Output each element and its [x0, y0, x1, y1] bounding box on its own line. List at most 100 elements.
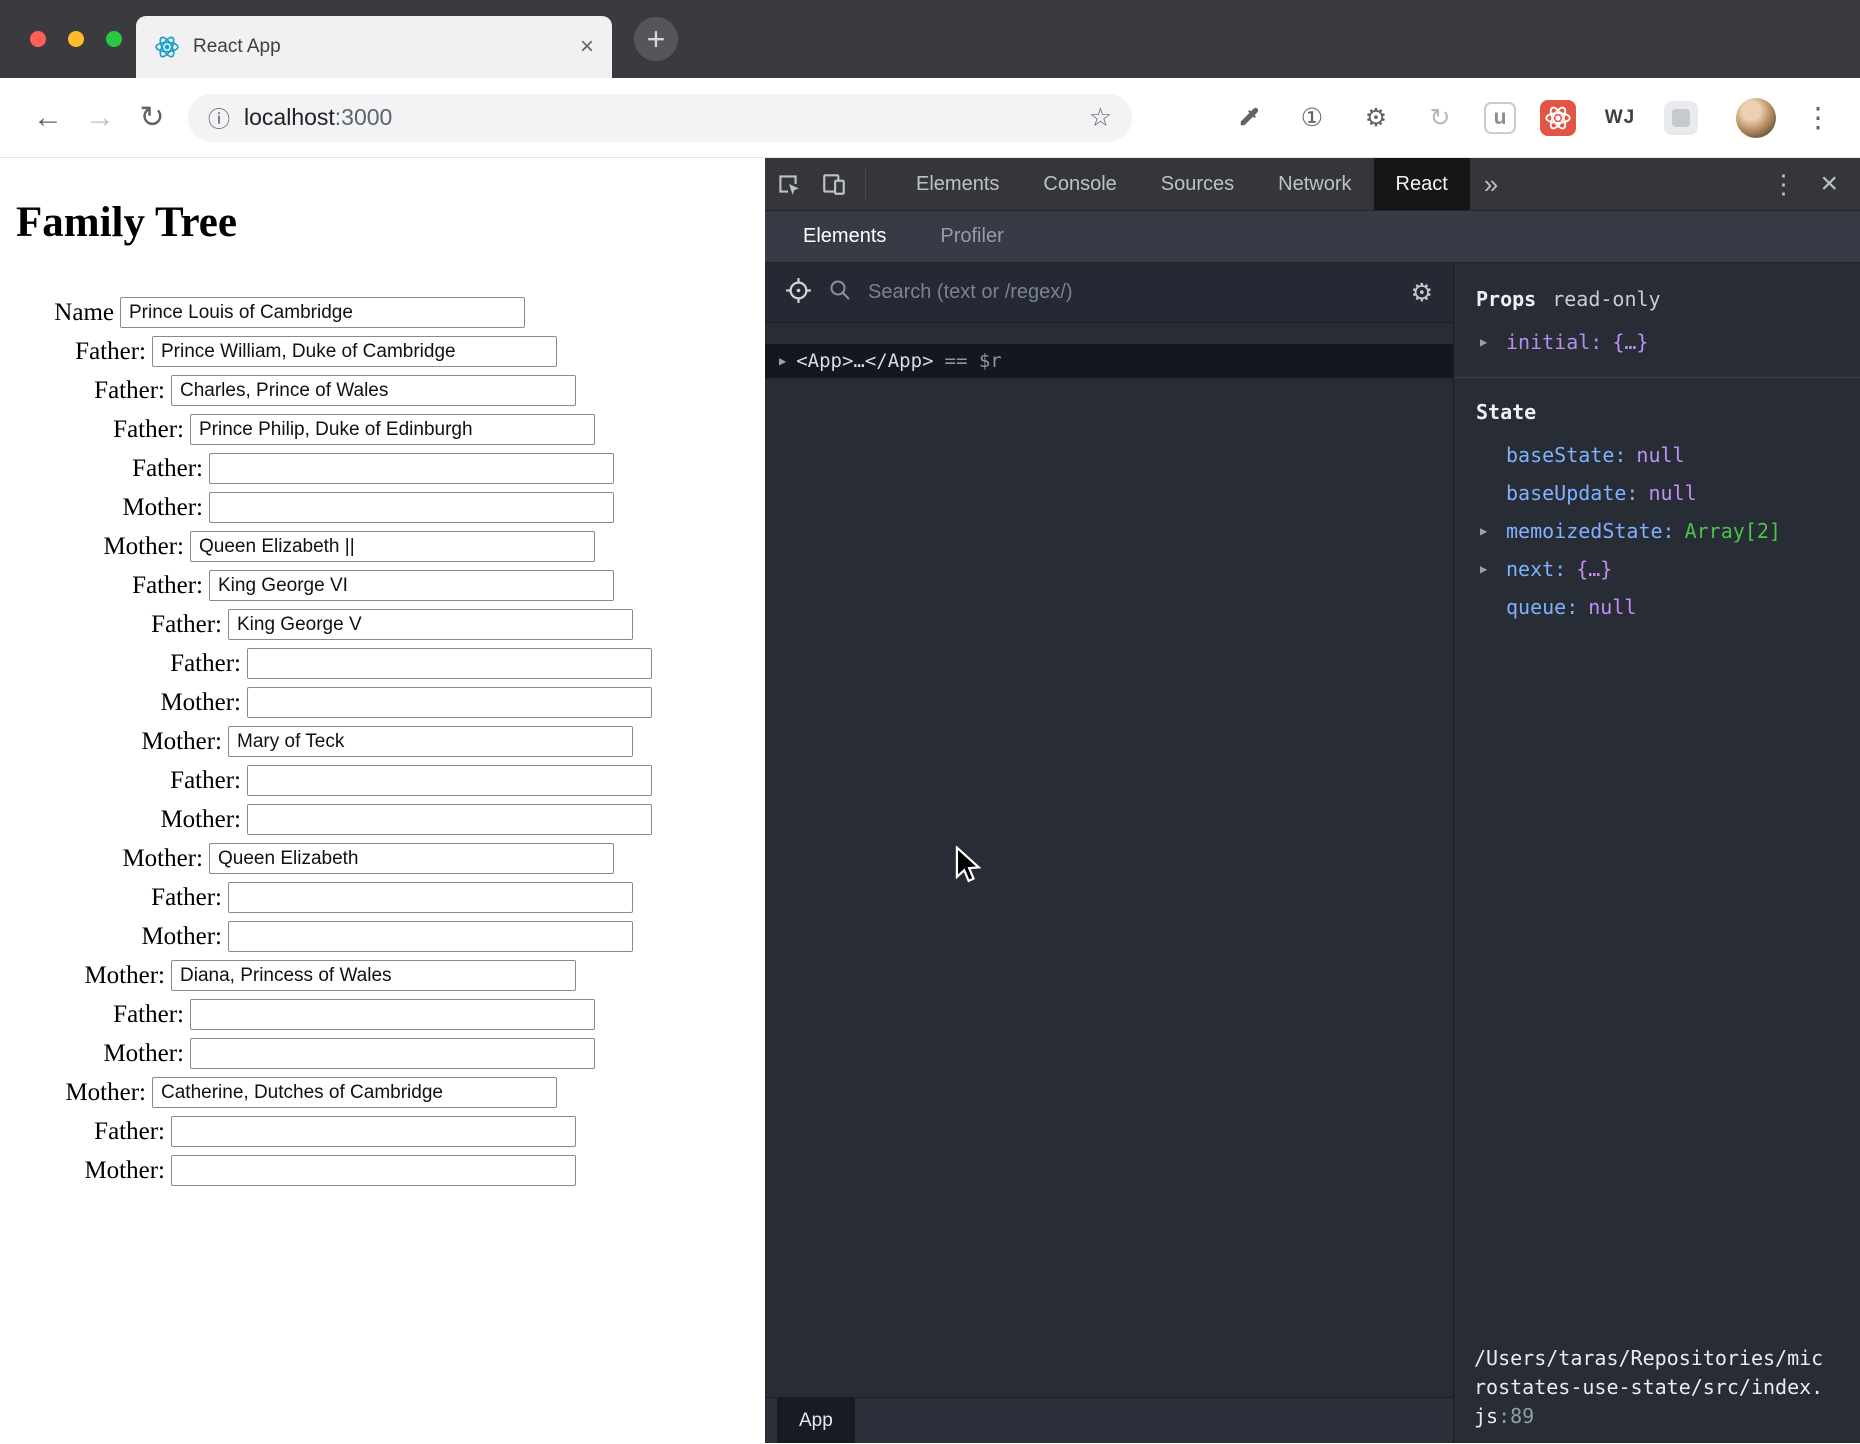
field-label: Father: [65, 1118, 171, 1146]
entry-value: {…} [1576, 557, 1612, 581]
field-input-father[interactable] [247, 648, 652, 679]
entry-value: null [1588, 595, 1636, 619]
devtools-tab-react[interactable]: React [1374, 158, 1470, 210]
inspect-element-icon[interactable] [765, 171, 811, 197]
field-input-father[interactable] [247, 765, 652, 796]
bookmark-star-icon[interactable]: ☆ [1089, 102, 1112, 133]
field-input-mother[interactable] [209, 492, 614, 523]
source-line: :89 [1498, 1404, 1534, 1428]
field-label: Mother: [141, 689, 247, 717]
rotate-extension-icon[interactable]: ↻ [1420, 98, 1460, 138]
breadcrumb-app[interactable]: App [777, 1398, 855, 1443]
dollar-r-hint: == $r [945, 350, 1002, 372]
field-input-father[interactable] [171, 375, 576, 406]
field-label: Mother: [84, 1040, 190, 1068]
url-text: localhost:3000 [244, 104, 392, 131]
field-row: Mother: [14, 531, 765, 562]
react-logo-icon [154, 34, 180, 60]
browser-menu-icon[interactable]: ⋮ [1798, 101, 1838, 134]
field-input-father[interactable] [228, 609, 633, 640]
expand-arrow-icon[interactable]: ▶ [1480, 335, 1498, 349]
field-row: Mother: [14, 1155, 765, 1186]
field-row: Father: [14, 1116, 765, 1147]
field-row: Father: [14, 999, 765, 1030]
wj-extension-icon[interactable]: WJ [1600, 98, 1640, 138]
devtools-tab-elements[interactable]: Elements [894, 158, 1021, 210]
field-input-father[interactable] [209, 453, 614, 484]
field-input-name[interactable] [120, 297, 525, 328]
field-label: Father: [84, 1001, 190, 1029]
field-input-mother[interactable] [152, 1077, 557, 1108]
eyedropper-extension-icon[interactable] [1228, 98, 1268, 138]
react-panel-tab-elements[interactable]: Elements [803, 225, 886, 248]
window-close-button[interactable] [30, 31, 46, 47]
field-input-father[interactable] [190, 999, 595, 1030]
element-picker-icon[interactable] [785, 277, 812, 309]
more-tabs-icon[interactable]: » [1470, 169, 1512, 200]
inspector-entry-next[interactable]: ▶next:{…} [1454, 550, 1860, 588]
inspector-entry-initial[interactable]: ▶initial:{…} [1454, 323, 1860, 361]
site-info-icon[interactable]: ⓘ [208, 102, 230, 134]
field-label: Mother: [103, 494, 209, 522]
field-input-father[interactable] [209, 570, 614, 601]
back-button[interactable]: ← [22, 101, 74, 135]
settings-gear-icon[interactable]: ⚙ [1411, 278, 1433, 308]
devtools-close-icon[interactable]: × [1808, 167, 1860, 201]
devtools-tab-console[interactable]: Console [1021, 158, 1138, 210]
field-label: Father: [46, 338, 152, 366]
browser-tab[interactable]: React App × [136, 16, 612, 78]
tab-close-icon[interactable]: × [580, 35, 594, 59]
field-input-father[interactable] [190, 414, 595, 445]
extension-icon[interactable] [1664, 101, 1698, 135]
forward-button[interactable]: → [74, 101, 126, 135]
devtools-tab-sources[interactable]: Sources [1139, 158, 1256, 210]
field-input-mother[interactable] [247, 804, 652, 835]
state-title: State [1454, 378, 1860, 436]
state-entries: baseState:nullbaseUpdate:null▶memoizedSt… [1454, 436, 1860, 626]
devtools-tab-network[interactable]: Network [1256, 158, 1373, 210]
window-minimize-button[interactable] [68, 31, 84, 47]
u-extension-icon[interactable]: u [1484, 102, 1516, 134]
gear-extension-icon[interactable]: ⚙ [1356, 98, 1396, 138]
circled-one-extension-icon[interactable]: ① [1292, 98, 1332, 138]
field-input-father[interactable] [228, 882, 633, 913]
react-devtools-extension-icon[interactable] [1540, 100, 1576, 136]
browser-tab-strip: React App × + [0, 0, 1860, 78]
field-input-mother[interactable] [228, 726, 633, 757]
entry-key: initial: [1506, 330, 1602, 354]
field-input-mother[interactable] [228, 921, 633, 952]
component-breadcrumb-bar: App [765, 1397, 1453, 1443]
field-input-mother[interactable] [190, 1038, 595, 1069]
field-input-mother[interactable] [171, 1155, 576, 1186]
field-label: Mother: [122, 728, 228, 756]
source-path[interactable]: /Users/taras/Repositories/microstates-us… [1474, 1344, 1830, 1431]
field-row: Mother: [14, 804, 765, 835]
field-label: Father: [103, 572, 209, 600]
field-input-father[interactable] [152, 336, 557, 367]
address-bar[interactable]: ⓘ localhost:3000 ☆ [188, 94, 1132, 142]
expand-arrow-icon[interactable]: ▶ [1480, 562, 1498, 576]
field-input-mother[interactable] [247, 687, 652, 718]
expand-arrow-icon[interactable]: ▶ [1480, 524, 1498, 538]
inspector-entry-memoizedState[interactable]: ▶memoizedState:Array[2] [1454, 512, 1860, 550]
new-tab-button[interactable]: + [634, 17, 678, 61]
reload-button[interactable]: ↻ [126, 100, 178, 135]
expand-arrow-icon[interactable]: ▶ [779, 354, 786, 368]
page-title: Family Tree [16, 198, 765, 247]
device-toolbar-icon[interactable] [811, 171, 857, 197]
field-label: Mother: [103, 845, 209, 873]
avatar[interactable] [1736, 98, 1776, 138]
field-input-father[interactable] [171, 1116, 576, 1147]
field-input-mother[interactable] [171, 960, 576, 991]
devtools-menu-icon[interactable]: ⋮ [1758, 169, 1808, 200]
field-label: Father: [103, 455, 209, 483]
family-tree-form: NameFather:Father:Father:Father:Mother:M… [14, 297, 765, 1186]
react-panel-tab-profiler[interactable]: Profiler [940, 225, 1003, 248]
field-input-mother[interactable] [209, 843, 614, 874]
component-tree-row-app[interactable]: ▶ <App>…</App> == $r [765, 344, 1453, 378]
field-input-mother[interactable] [190, 531, 595, 562]
field-label: Father: [122, 611, 228, 639]
component-search-input[interactable] [868, 281, 1395, 304]
entry-value: null [1648, 481, 1696, 505]
window-zoom-button[interactable] [106, 31, 122, 47]
